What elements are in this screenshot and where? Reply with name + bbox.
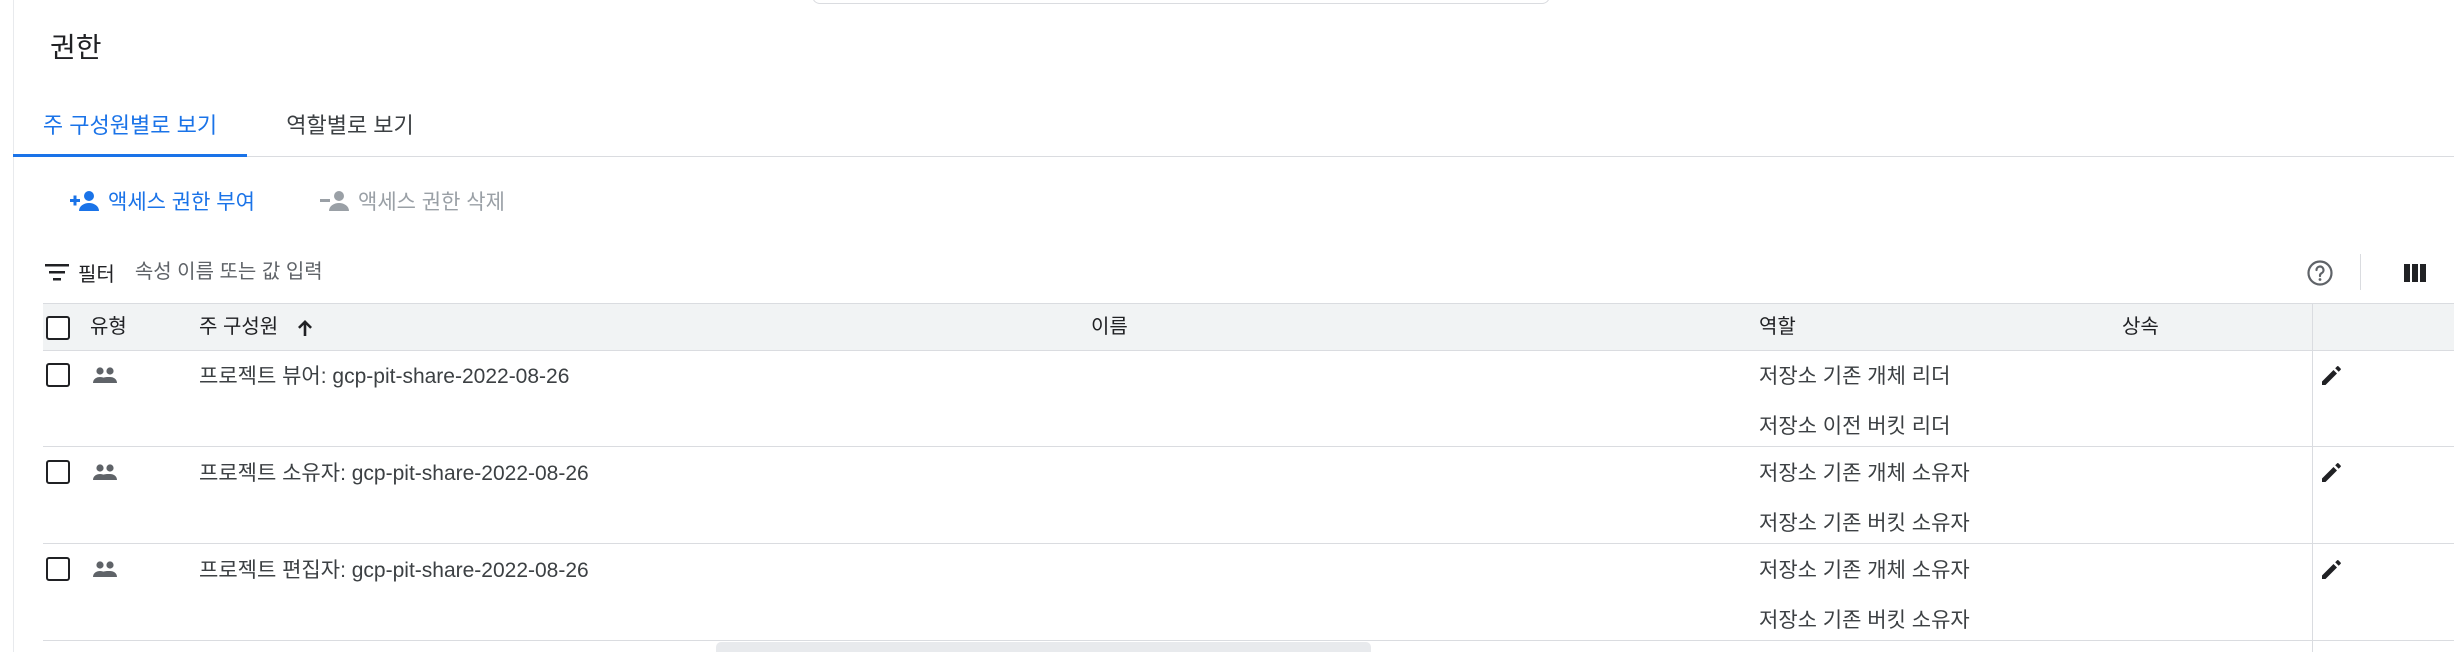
column-header-principal-label: 주 구성원 (199, 316, 279, 338)
principal-cell: 프로젝트 편집자: gcp-pit-share-2022-08-26 (199, 559, 589, 582)
group-icon (93, 367, 117, 383)
role-cell: 저장소 이전 버킷 리더 (1759, 415, 1951, 438)
search-box-edge[interactable] (812, 0, 1550, 4)
arrow-up-icon (297, 319, 312, 336)
table-header: 유형 주 구성원 이름 역할 상속 (43, 303, 2454, 351)
row-checkbox[interactable] (46, 363, 70, 387)
select-all-checkbox[interactable] (46, 316, 70, 340)
filter-input[interactable] (134, 260, 735, 284)
column-header-inheritance[interactable]: 상속 (2122, 304, 2159, 350)
role-cell: 저장소 기존 개체 소유자 (1759, 462, 1970, 485)
role-cell: 저장소 기존 개체 리더 (1759, 365, 1951, 388)
tab-view-by-role[interactable]: 역할별로 보기 (265, 104, 435, 156)
edit-icon[interactable] (2319, 459, 2345, 485)
filter-list-icon (45, 264, 69, 281)
role-cell: 저장소 기존 버킷 소유자 (1759, 609, 1970, 632)
column-header-role[interactable]: 역할 (1759, 304, 1796, 350)
person-remove-icon (320, 189, 350, 213)
column-display-icon[interactable] (2402, 258, 2428, 288)
group-icon (93, 561, 117, 577)
edit-icon[interactable] (2319, 556, 2345, 582)
remove-access-button[interactable]: 액세스 권한 삭제 (320, 183, 505, 219)
edit-icon[interactable] (2319, 362, 2345, 388)
remove-access-label: 액세스 권한 삭제 (358, 191, 505, 214)
filter-label: 필터 (78, 263, 115, 286)
group-icon (93, 464, 117, 480)
left-rail (0, 0, 14, 652)
row-checkbox[interactable] (46, 557, 70, 581)
person-add-icon (70, 189, 100, 213)
table-row: 프로젝트 소유자: gcp-pit-share-2022-08-26 저장소 기… (43, 447, 2454, 544)
principal-cell: 프로젝트 소유자: gcp-pit-share-2022-08-26 (199, 462, 589, 485)
column-header-principal[interactable]: 주 구성원 (199, 304, 316, 350)
table-row: 프로젝트 뷰어: gcp-pit-share-2022-08-26 저장소 기존… (43, 350, 2454, 447)
row-checkbox[interactable] (46, 460, 70, 484)
principal-cell: 프로젝트 뷰어: gcp-pit-share-2022-08-26 (199, 365, 570, 388)
tab-view-by-principal[interactable]: 주 구성원별로 보기 (13, 104, 247, 157)
filter-bar: 필터 (44, 252, 735, 292)
grant-access-label: 액세스 권한 부여 (108, 191, 255, 214)
table-row: 프로젝트 편집자: gcp-pit-share-2022-08-26 저장소 기… (43, 544, 2454, 641)
page-title: 권한 (50, 32, 102, 63)
column-header-name[interactable]: 이름 (1091, 304, 1128, 350)
role-cell: 저장소 기존 개체 소유자 (1759, 559, 1970, 582)
grant-access-button[interactable]: 액세스 권한 부여 (70, 183, 255, 219)
view-tabs: 주 구성원별로 보기 역할별로 보기 (13, 104, 2454, 157)
role-cell: 저장소 기존 버킷 소유자 (1759, 512, 1970, 535)
toolbar-divider (2360, 254, 2361, 290)
column-header-type[interactable]: 유형 (90, 304, 127, 350)
help-icon[interactable] (2305, 258, 2335, 288)
horizontal-scrollbar[interactable] (716, 642, 1371, 652)
